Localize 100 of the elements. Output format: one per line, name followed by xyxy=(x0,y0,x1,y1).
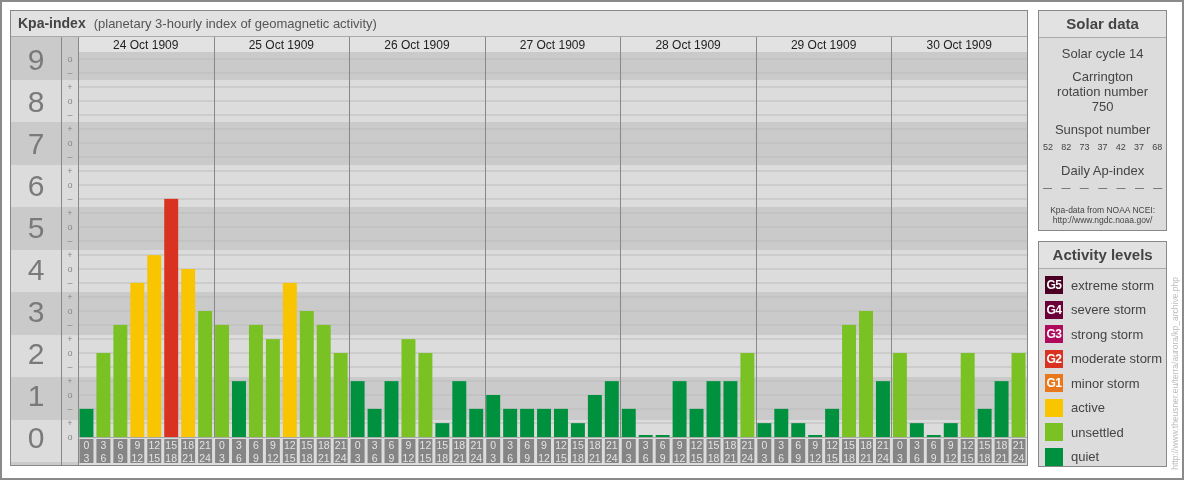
subtick-label: – xyxy=(67,236,73,246)
hour-label: 6 9 xyxy=(791,439,806,464)
bar xyxy=(723,381,738,437)
bar xyxy=(520,408,535,437)
storm-level-badge: G4 xyxy=(1045,300,1063,319)
subtick-label: + xyxy=(67,334,73,344)
hour-label: 18 21 xyxy=(452,439,467,464)
panel-title: Solar data xyxy=(1039,11,1167,38)
source-url: http://www.ngdc.noaa.gov/ xyxy=(1051,215,1154,225)
ap-index-value: — xyxy=(1098,181,1108,195)
storm-level-badge: G1 xyxy=(1045,374,1063,393)
sunspot-number: 37 xyxy=(1097,141,1108,154)
subtick-label: – xyxy=(67,362,73,372)
legend-label: quiet xyxy=(1071,448,1100,466)
sunspot-number: 42 xyxy=(1115,141,1126,154)
subtick-label: o xyxy=(67,390,73,400)
legend-label: active xyxy=(1071,399,1105,417)
bar xyxy=(503,408,518,437)
ap-index-value: — xyxy=(1153,181,1163,195)
bar xyxy=(672,381,687,437)
subtick-label: o xyxy=(67,138,73,148)
hour-label: 6 9 xyxy=(113,439,128,464)
hour-label: 3 6 xyxy=(774,439,789,464)
subtick-label: o xyxy=(67,54,73,64)
subtick-label: + xyxy=(67,166,73,176)
panel-title: Activity levels xyxy=(1039,242,1167,269)
sunspot-heading: Sunspot number xyxy=(1053,122,1152,137)
sunspot-number: 68 xyxy=(1152,141,1163,154)
hour-label: 6 9 xyxy=(520,439,535,464)
bar xyxy=(570,423,585,437)
date-label: 26 Oct 1909 xyxy=(384,38,450,52)
subtick-label: o xyxy=(67,180,73,190)
subtick-label: + xyxy=(67,82,73,92)
hour-label: 21 24 xyxy=(469,439,484,464)
subtick-label: o xyxy=(67,264,73,274)
hour-label: 3 6 xyxy=(232,439,246,464)
legend-label: minor storm xyxy=(1071,374,1140,393)
hour-label: 21 24 xyxy=(198,439,213,464)
bar xyxy=(757,423,772,437)
bar xyxy=(604,381,619,437)
subtick-label: – xyxy=(67,110,73,120)
kp-level-label: 0 xyxy=(27,421,45,454)
subtick-label: o xyxy=(67,306,73,316)
hour-label: 15 18 xyxy=(435,439,450,464)
subtick-label: + xyxy=(67,208,73,218)
hour-label: 21 24 xyxy=(740,439,755,464)
hour-label: 0 3 xyxy=(215,439,229,464)
bar xyxy=(943,423,958,437)
kp-level-label: 7 xyxy=(27,127,45,160)
hour-label: 9 12 xyxy=(537,439,551,464)
storm-level-badge: G3 xyxy=(1045,325,1063,344)
kp-level-label: 9 xyxy=(27,43,45,76)
bar xyxy=(774,408,789,437)
bar xyxy=(537,408,551,437)
chart-title: Kpa-index xyxy=(18,14,86,33)
date-label: 27 Oct 1909 xyxy=(519,38,586,52)
ap-index-value: — xyxy=(1079,181,1089,195)
subtick-label: o xyxy=(67,432,73,442)
hour-label: 15 18 xyxy=(842,439,857,464)
legend-label: severe storm xyxy=(1071,301,1147,319)
ap-index-value: — xyxy=(1134,181,1144,195)
bar xyxy=(621,408,636,437)
date-label: 28 Oct 1909 xyxy=(655,38,721,52)
legend-label: moderate storm xyxy=(1071,350,1163,368)
sunspot-number: 52 xyxy=(1043,141,1053,154)
hour-label: 3 6 xyxy=(96,439,111,464)
bar xyxy=(706,381,721,437)
subtick-label: + xyxy=(67,124,73,134)
bar xyxy=(554,408,568,437)
legend-label: strong storm xyxy=(1071,325,1144,344)
kp-level-label: 2 xyxy=(27,337,45,370)
subtick-label: – xyxy=(67,278,73,288)
bar xyxy=(452,381,467,437)
hour-label: 18 21 xyxy=(723,439,738,464)
ap-index-value: — xyxy=(1043,181,1052,195)
bar xyxy=(350,381,365,437)
bar xyxy=(977,408,992,437)
subtick-label: – xyxy=(67,320,73,330)
carrington-rotation: Carrington rotation number 750 xyxy=(1056,69,1150,114)
bar xyxy=(876,381,890,437)
kp-level-label: 1 xyxy=(27,379,45,412)
kp-level-label: 3 xyxy=(27,295,45,328)
subtick-label: – xyxy=(67,404,73,414)
ap-index-value: — xyxy=(1061,181,1071,195)
kp-level-label: 5 xyxy=(27,211,45,244)
hour-label: 9 12 xyxy=(401,439,416,464)
hour-label: 18 21 xyxy=(859,439,873,464)
subtick-label: – xyxy=(67,68,73,78)
date-label: 29 Oct 1909 xyxy=(790,38,857,52)
sunspot-number: 82 xyxy=(1061,141,1072,154)
source-url: http://www.theusner.eu/terra/aurora/kp_archive.php xyxy=(1169,277,1182,470)
hour-label: 0 3 xyxy=(757,439,772,464)
hour-label: 9 12 xyxy=(808,439,823,464)
hour-label: 15 18 xyxy=(164,439,179,464)
hour-label: 0 3 xyxy=(486,439,501,464)
subtick-label: – xyxy=(67,152,73,162)
bar xyxy=(486,395,501,437)
bar xyxy=(384,381,399,437)
bar xyxy=(232,381,246,437)
hour-label: 3 6 xyxy=(503,439,518,464)
